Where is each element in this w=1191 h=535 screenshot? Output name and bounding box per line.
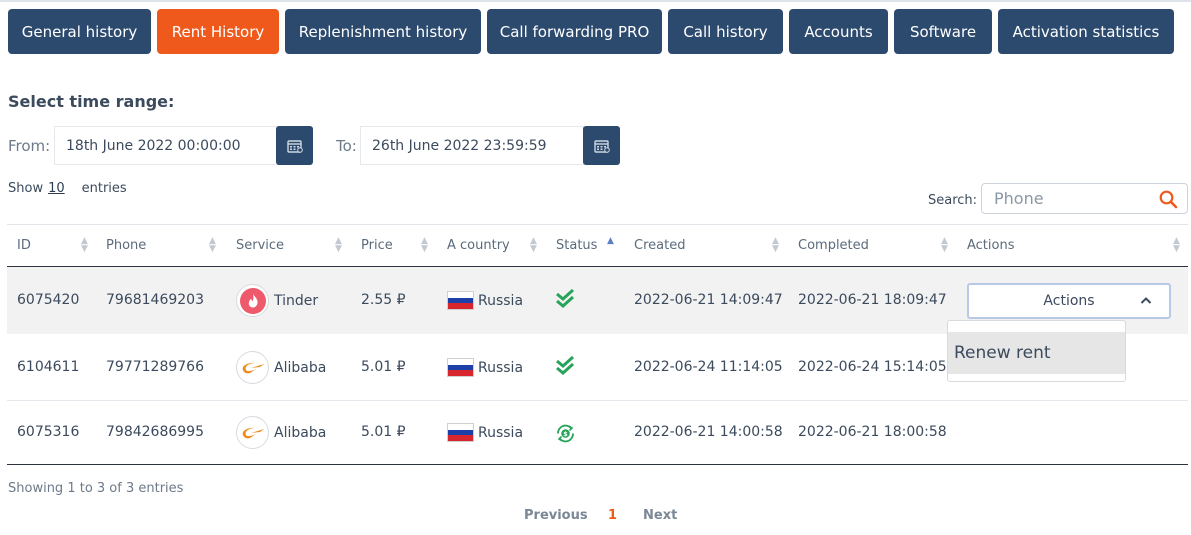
cell-id: 6075316 bbox=[17, 424, 80, 440]
double-check-icon bbox=[556, 355, 575, 380]
search-label: Search: bbox=[928, 193, 978, 208]
cell-price: 5.01 ₽ bbox=[361, 359, 406, 375]
tinder-icon bbox=[236, 284, 269, 317]
cell-country: Russia bbox=[447, 423, 523, 442]
sort-arrows-icon: ▲ ▼ bbox=[1173, 236, 1180, 254]
column-header-service[interactable]: Service bbox=[236, 238, 284, 253]
to-date-input[interactable]: 26th June 2022 23:59:59 bbox=[360, 126, 584, 165]
from-calendar-button[interactable] bbox=[276, 126, 313, 165]
calendar-icon bbox=[593, 139, 610, 153]
table-header: ID ▲ ▼ Phone ▲ ▼ Service ▲ ▼ Price ▲ ▼ A cou… bbox=[7, 225, 1188, 267]
sort-arrows-icon: ▲ ▼ bbox=[81, 236, 88, 254]
service-name: Tinder bbox=[274, 292, 319, 309]
cell-phone: 79771289766 bbox=[106, 359, 204, 375]
tab-software[interactable]: Software bbox=[894, 9, 992, 54]
from-date-input[interactable]: 18th June 2022 00:00:00 bbox=[54, 126, 278, 165]
search-icon[interactable] bbox=[1159, 190, 1178, 209]
sort-arrows-icon: ▲ ▼ bbox=[530, 236, 537, 254]
cell-service: Alibaba bbox=[236, 416, 326, 449]
column-header-country[interactable]: A country bbox=[447, 238, 510, 253]
table-bottom-border bbox=[7, 464, 1188, 465]
tab-general-history[interactable]: General history bbox=[8, 9, 151, 54]
cell-created: 2022-06-24 11:14:05 bbox=[634, 359, 783, 375]
column-header-actions[interactable]: Actions bbox=[967, 238, 1015, 253]
refund-icon: $ bbox=[555, 423, 576, 448]
russia-flag-icon bbox=[447, 291, 474, 310]
tab-accounts[interactable]: Accounts bbox=[789, 9, 888, 54]
entries-length: Show 10 entries bbox=[8, 181, 127, 196]
to-label: To: bbox=[336, 137, 357, 155]
actions-menu: Renew rent bbox=[947, 320, 1126, 382]
cell-id: 6075420 bbox=[17, 292, 80, 308]
time-range-title: Select time range: bbox=[8, 92, 175, 111]
tab-call-forwarding-pro[interactable]: Call forwarding PRO bbox=[487, 9, 662, 54]
sort-arrows-icon: ▲ ▼ bbox=[421, 236, 428, 254]
cell-completed: 2022-06-21 18:00:58 bbox=[798, 424, 947, 440]
column-header-status[interactable]: Status bbox=[556, 238, 597, 253]
entries-label: entries bbox=[81, 181, 127, 196]
cell-id: 6104611 bbox=[17, 359, 80, 375]
entries-length-select[interactable]: 10 bbox=[48, 181, 65, 196]
sort-arrows-icon: ▲ ▼ bbox=[209, 236, 216, 254]
russia-flag-icon bbox=[447, 423, 474, 442]
sort-arrows-icon: ▲ ▼ bbox=[772, 236, 779, 254]
russia-flag-icon bbox=[447, 358, 474, 377]
column-header-id[interactable]: ID bbox=[17, 238, 31, 253]
double-check-icon bbox=[556, 288, 575, 313]
service-name: Alibaba bbox=[274, 424, 327, 441]
to-calendar-button[interactable] bbox=[583, 126, 620, 165]
search-input[interactable] bbox=[994, 189, 1144, 208]
column-header-price[interactable]: Price bbox=[361, 238, 393, 253]
cell-price: 2.55 ₽ bbox=[361, 292, 406, 308]
service-name: Alibaba bbox=[274, 359, 327, 376]
country-name: Russia bbox=[478, 292, 524, 309]
cell-phone: 79842686995 bbox=[106, 424, 204, 440]
column-header-completed[interactable]: Completed bbox=[798, 238, 869, 253]
tab-replenishment-history[interactable]: Replenishment history bbox=[285, 9, 481, 54]
tab-rent-history[interactable]: Rent History bbox=[157, 9, 279, 54]
actions-label: Actions bbox=[1043, 293, 1095, 309]
calendar-icon bbox=[286, 139, 303, 153]
country-name: Russia bbox=[478, 359, 524, 376]
alibaba-icon bbox=[236, 351, 269, 384]
cell-service: Alibaba bbox=[236, 351, 326, 384]
cell-phone: 79681469203 bbox=[106, 292, 204, 308]
sort-ascending-icon: ▲ bbox=[607, 236, 614, 246]
sort-arrows-icon: ▲ ▼ bbox=[941, 236, 948, 254]
country-name: Russia bbox=[478, 424, 524, 441]
cell-price: 5.01 ₽ bbox=[361, 424, 406, 440]
actions-dropdown-button[interactable]: Actions bbox=[967, 283, 1171, 319]
pagination-page-1[interactable]: 1 bbox=[608, 508, 617, 523]
renew-rent-menu-item[interactable]: Renew rent bbox=[948, 332, 1125, 374]
from-label: From: bbox=[8, 137, 51, 155]
tab-activation-statistics[interactable]: Activation statistics bbox=[998, 9, 1174, 54]
cell-created: 2022-06-21 14:09:47 bbox=[634, 292, 783, 308]
tab-call-history[interactable]: Call history bbox=[668, 9, 783, 54]
top-border bbox=[0, 0, 1191, 2]
pagination-next[interactable]: Next bbox=[643, 508, 677, 523]
cell-completed: 2022-06-21 18:09:47 bbox=[798, 292, 947, 308]
column-header-created[interactable]: Created bbox=[634, 238, 685, 253]
cell-country: Russia bbox=[447, 358, 523, 377]
table-row: 6075316 79842686995 Alibaba 5.01 ₽ Russi… bbox=[7, 400, 1188, 465]
column-header-phone[interactable]: Phone bbox=[106, 238, 146, 253]
show-label: Show bbox=[8, 181, 44, 196]
chevron-up-icon bbox=[1140, 297, 1152, 304]
svg-text:$: $ bbox=[563, 430, 568, 438]
sort-arrows-icon: ▲ ▼ bbox=[335, 236, 342, 254]
history-tabs: General history Rent History Replenishme… bbox=[8, 9, 1174, 54]
pagination-previous[interactable]: Previous bbox=[524, 508, 588, 523]
cell-service: Tinder bbox=[236, 284, 318, 317]
table-info: Showing 1 to 3 of 3 entries bbox=[8, 481, 184, 496]
search-box bbox=[981, 183, 1188, 214]
alibaba-icon bbox=[236, 416, 269, 449]
cell-country: Russia bbox=[447, 291, 523, 310]
cell-completed: 2022-06-24 15:14:05 bbox=[798, 359, 947, 375]
cell-created: 2022-06-21 14:00:58 bbox=[634, 424, 783, 440]
